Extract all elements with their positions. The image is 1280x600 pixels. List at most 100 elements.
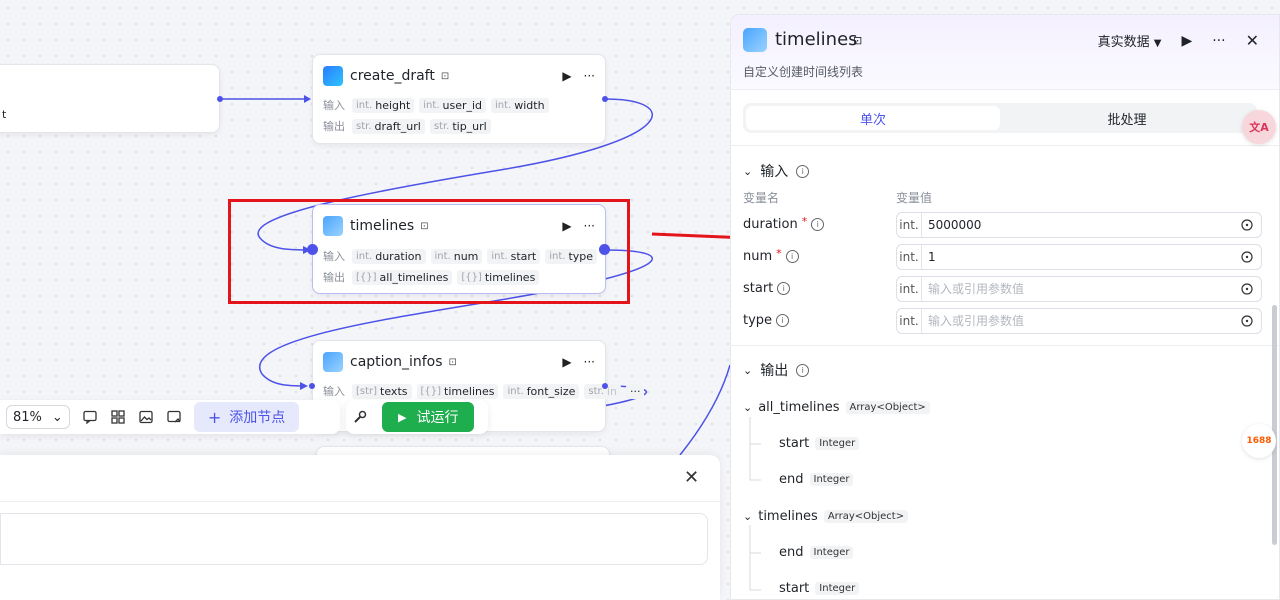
partial-node[interactable]: t — [0, 64, 220, 133]
chevron-down-icon: ⌄ — [51, 409, 63, 425]
image-icon[interactable] — [138, 409, 154, 425]
cube-app-icon — [323, 352, 343, 372]
type-prefix: int. — [897, 277, 922, 301]
run-icon[interactable]: ▶ — [1181, 33, 1192, 49]
play-icon: ▶ — [398, 410, 407, 424]
output-subitem: end Integer — [779, 545, 854, 560]
panel-header: timelines ⊡ 自定义创建时间线列表 真实数据 ▼ ▶ ··· ✕ — [731, 15, 1279, 89]
more-icon[interactable]: ··· — [1212, 33, 1225, 49]
chevron-down-icon: ⌄ — [743, 401, 753, 414]
start-input[interactable] — [922, 281, 1237, 297]
plugin-badge-icon: ⊡ — [440, 70, 450, 82]
layout-icon[interactable] — [110, 409, 126, 425]
output-item[interactable]: ⌄ timelines Array<Object> — [743, 509, 909, 524]
tab-batch[interactable]: 批处理 — [1000, 106, 1254, 130]
col-value-header: 变量值 — [896, 191, 933, 205]
partial-node-text: t — [2, 108, 7, 121]
type-input[interactable] — [922, 313, 1237, 329]
more-icon[interactable]: ··· — [584, 69, 595, 83]
info-icon: i — [796, 363, 810, 377]
scrollbar[interactable] — [1272, 305, 1277, 545]
bottom-panel: ✕ — [0, 455, 720, 600]
type-tag: Array<Object> — [823, 510, 909, 523]
add-node-label: 添加节点 — [229, 410, 286, 426]
divider — [731, 345, 1279, 346]
add-node-button[interactable]: + 添加节点 — [193, 402, 300, 432]
param-tag: int. height — [352, 97, 415, 113]
test-run-button[interactable]: ▶ 试运行 — [382, 402, 475, 432]
info-icon: i — [811, 218, 825, 231]
param-tag: int. font_size — [503, 383, 580, 399]
mode-tabs: 单次 批处理 — [743, 103, 1257, 133]
type-tag: Integer — [809, 546, 854, 559]
output-item[interactable]: ⌄ all_timelines Array<Object> — [743, 400, 930, 415]
output-subitem: end Integer — [779, 472, 854, 487]
output-port[interactable] — [602, 383, 608, 389]
more-params-button[interactable]: ··· — [625, 383, 645, 399]
node-title: create_draft — [350, 68, 435, 84]
ali-1688-button[interactable]: 1688 — [1242, 424, 1276, 458]
plugin-badge-icon: ⊡ — [448, 356, 457, 368]
param-tag: [{}] timelines — [416, 383, 499, 399]
input-label: 输入 — [323, 385, 345, 398]
run-node-icon[interactable]: ▶ — [562, 355, 571, 369]
duration-input[interactable] — [922, 217, 1237, 233]
plus-icon: + — [207, 407, 222, 427]
ali-label: 1688 — [1246, 436, 1272, 446]
node-title: caption_infos — [350, 354, 443, 370]
type-prefix: int. — [897, 309, 922, 333]
type-tag: Integer — [809, 473, 854, 486]
translate-label: 文A — [1249, 121, 1269, 134]
param-tag: str. tip_url — [429, 118, 491, 134]
reference-icon[interactable] — [1237, 247, 1257, 267]
input-port[interactable] — [309, 383, 315, 389]
param-tag: int. width — [491, 97, 549, 113]
divider — [731, 145, 1279, 146]
play-app-icon — [323, 66, 343, 86]
info-icon: i — [796, 164, 810, 178]
reference-icon[interactable] — [1237, 279, 1257, 299]
param-tag: [str] texts — [352, 383, 412, 399]
run-node-icon[interactable]: ▶ — [562, 69, 571, 83]
canvas-toolbar: 81% ⌄ + 添加节点 — [0, 400, 340, 434]
reference-icon[interactable] — [1237, 311, 1257, 331]
divider — [731, 89, 1279, 90]
type-prefix: int. — [897, 213, 922, 237]
start-field[interactable]: int. — [896, 276, 1262, 302]
param-tag: str. draft_url — [352, 118, 425, 134]
output-subitem: start Integer — [779, 436, 860, 451]
input-label: 输入 — [323, 99, 345, 112]
type-tag: Integer — [815, 582, 860, 595]
zoom-value: 81% — [13, 409, 42, 425]
more-icon[interactable]: ··· — [584, 355, 595, 369]
type-tag: Array<Object> — [845, 401, 930, 414]
output-subitem: start Integer — [779, 581, 860, 596]
wrench-icon[interactable] — [352, 409, 368, 425]
minimap-icon[interactable] — [166, 409, 182, 425]
test-run-label: 试运行 — [416, 410, 459, 426]
close-icon[interactable]: ✕ — [684, 467, 699, 488]
reference-icon[interactable] — [1237, 215, 1257, 235]
chat-input[interactable] — [0, 513, 708, 565]
output-port[interactable] — [602, 96, 608, 102]
data-mode-select[interactable]: 真实数据 ▼ — [1098, 31, 1162, 50]
type-tag: Integer — [815, 437, 860, 450]
chevron-down-icon: ⌄ — [743, 510, 753, 523]
type-field[interactable]: int. — [896, 308, 1262, 334]
num-input[interactable] — [922, 249, 1237, 265]
zoom-select[interactable]: 81% ⌄ — [6, 405, 70, 429]
param-tag: int. user_id — [419, 97, 487, 113]
close-icon[interactable]: ✕ — [1246, 31, 1259, 50]
caret-down-icon: ▼ — [1153, 38, 1162, 49]
translate-button[interactable]: 文A — [1242, 110, 1276, 144]
output-label: 输出 — [323, 120, 345, 133]
divider — [0, 501, 720, 502]
highlight-box — [228, 199, 630, 304]
comment-icon[interactable] — [82, 409, 98, 425]
duration-field[interactable]: int. — [896, 212, 1262, 238]
num-field[interactable]: int. — [896, 244, 1262, 270]
type-prefix: int. — [897, 245, 922, 269]
plugin-badge-icon: ⊡ — [853, 34, 863, 47]
node-create-draft[interactable]: create_draft ⊡ ▶ ··· 输入 int. height int. u… — [312, 54, 606, 144]
output-port[interactable] — [217, 96, 223, 102]
